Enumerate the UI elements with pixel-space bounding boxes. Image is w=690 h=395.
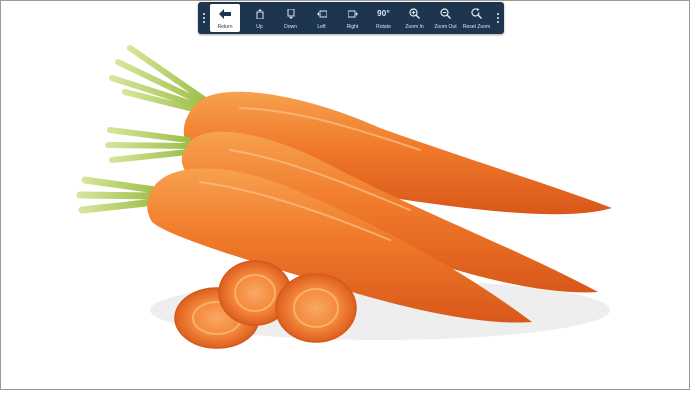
page-left-icon [316,7,327,21]
left-button[interactable]: Left [306,2,337,34]
reset-zoom-icon [471,7,482,21]
zoom-out-button[interactable]: Zoom Out [430,2,461,34]
carrot-greens-top [109,45,208,115]
zoom-in-label: Zoom In [405,23,424,30]
right-label: Right [346,23,359,30]
up-label: Up [256,23,263,30]
page-down-icon [286,7,296,21]
zoom-in-button[interactable]: Zoom In [399,2,430,34]
carrot-greens-bottom [76,176,159,214]
reset-zoom-label: Reset Zoom [462,23,491,30]
drag-handle-right[interactable] [492,2,504,34]
image-viewer[interactable] [0,0,690,390]
return-label: Return [217,23,233,30]
zoom-out-label: Zoom Out [434,23,457,30]
down-button[interactable]: Down [275,2,306,34]
drag-handle-left[interactable] [198,2,210,34]
image-toolbar: Return Up Down Left Right 90° Rotate Zoo… [198,2,504,34]
carrot-greens-middle [105,127,191,163]
drag-handle-icon [203,13,205,23]
return-button[interactable]: Return [210,4,240,32]
right-button[interactable]: Right [337,2,368,34]
left-label: Left [317,23,326,30]
rotate-label: Rotate [376,23,391,30]
reset-zoom-button[interactable]: Reset Zoom [461,2,492,34]
zoom-out-icon [440,7,451,21]
rotate-button[interactable]: 90° Rotate [368,2,399,34]
rotate-90-icon: 90° [377,8,390,18]
arrow-left-icon [219,7,231,21]
up-button[interactable]: Up [244,2,275,34]
page-right-icon [347,7,358,21]
carrots-image [76,45,613,349]
page-up-icon [255,7,265,21]
more-options-icon [497,13,499,23]
down-label: Down [284,23,297,30]
zoom-in-icon [409,7,420,21]
